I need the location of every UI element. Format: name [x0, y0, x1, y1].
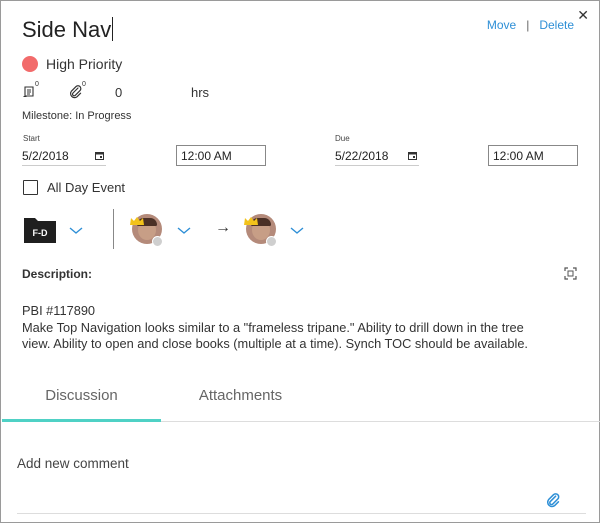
calendar-icon[interactable] [408, 149, 417, 163]
divider [113, 209, 114, 249]
task-dialog: Side Nav Move | Delete ✕ High Priority 0… [0, 0, 600, 523]
start-label: Start [23, 134, 40, 143]
checklist-icon[interactable] [23, 85, 35, 103]
attach-file-icon[interactable] [546, 493, 561, 513]
all-day-label: All Day Event [47, 180, 126, 195]
tab-bar: Discussion Attachments [2, 381, 600, 422]
calendar-icon[interactable] [95, 149, 104, 163]
hours-unit: hrs [191, 85, 210, 100]
top-actions: Move | Delete [487, 18, 574, 32]
start-date-field[interactable]: 5/2/2018 [22, 146, 106, 166]
priority-indicator[interactable]: High Priority [22, 56, 122, 72]
description-label: Description: [22, 267, 93, 281]
folder-label: F-D [33, 228, 48, 238]
milestone-status[interactable]: Milestone: In Progress [22, 110, 131, 122]
action-separator: | [526, 18, 530, 32]
due-time-value: 12:00 AM [493, 148, 544, 163]
move-link[interactable]: Move [487, 18, 516, 32]
description-body[interactable]: PBI #117890 Make Top Navigation looks si… [22, 303, 582, 353]
chevron-down-icon[interactable] [177, 222, 191, 240]
crown-icon [244, 212, 258, 225]
crown-icon [130, 212, 144, 225]
status-indicator [152, 236, 163, 247]
comment-underline [17, 513, 586, 514]
all-day-checkbox[interactable]: All Day Event [23, 180, 125, 195]
description-line: PBI #117890 [22, 303, 96, 318]
due-date-field[interactable]: 5/22/2018 [335, 146, 419, 166]
due-date-value: 5/22/2018 [335, 148, 389, 163]
hours-value[interactable]: 0 [115, 85, 122, 100]
checkbox-box[interactable] [23, 180, 38, 195]
chevron-down-icon[interactable] [69, 222, 83, 240]
due-label: Due [335, 134, 350, 143]
task-title[interactable]: Side Nav [22, 17, 114, 43]
description-line: view. Ability to open and close books (m… [22, 336, 528, 351]
start-time-value: 12:00 AM [181, 148, 232, 163]
tasks-count: 0 [35, 81, 39, 88]
comment-input[interactable]: Add new comment [17, 456, 129, 471]
tab-attachments[interactable]: Attachments [161, 387, 320, 422]
folder-icon[interactable]: F-D [23, 214, 57, 249]
status-indicator [266, 236, 277, 247]
close-icon[interactable]: ✕ [577, 8, 589, 22]
delete-link[interactable]: Delete [539, 18, 574, 32]
chevron-down-icon[interactable] [290, 222, 304, 240]
text-cursor [112, 17, 114, 41]
due-time-field[interactable]: 12:00 AM [488, 145, 578, 166]
tab-discussion[interactable]: Discussion [2, 387, 161, 422]
expand-icon[interactable] [564, 267, 577, 285]
arrow-right-icon: → [215, 219, 231, 236]
attachments-count: 0 [82, 81, 86, 88]
description-line: Make Top Navigation looks similar to a "… [22, 319, 524, 335]
start-time-field[interactable]: 12:00 AM [176, 145, 266, 166]
priority-dot [22, 56, 38, 72]
attachment-icon[interactable] [69, 85, 83, 104]
priority-label: High Priority [46, 56, 123, 72]
assignment-row: F-D → [23, 209, 323, 249]
start-date-value: 5/2/2018 [22, 148, 69, 163]
